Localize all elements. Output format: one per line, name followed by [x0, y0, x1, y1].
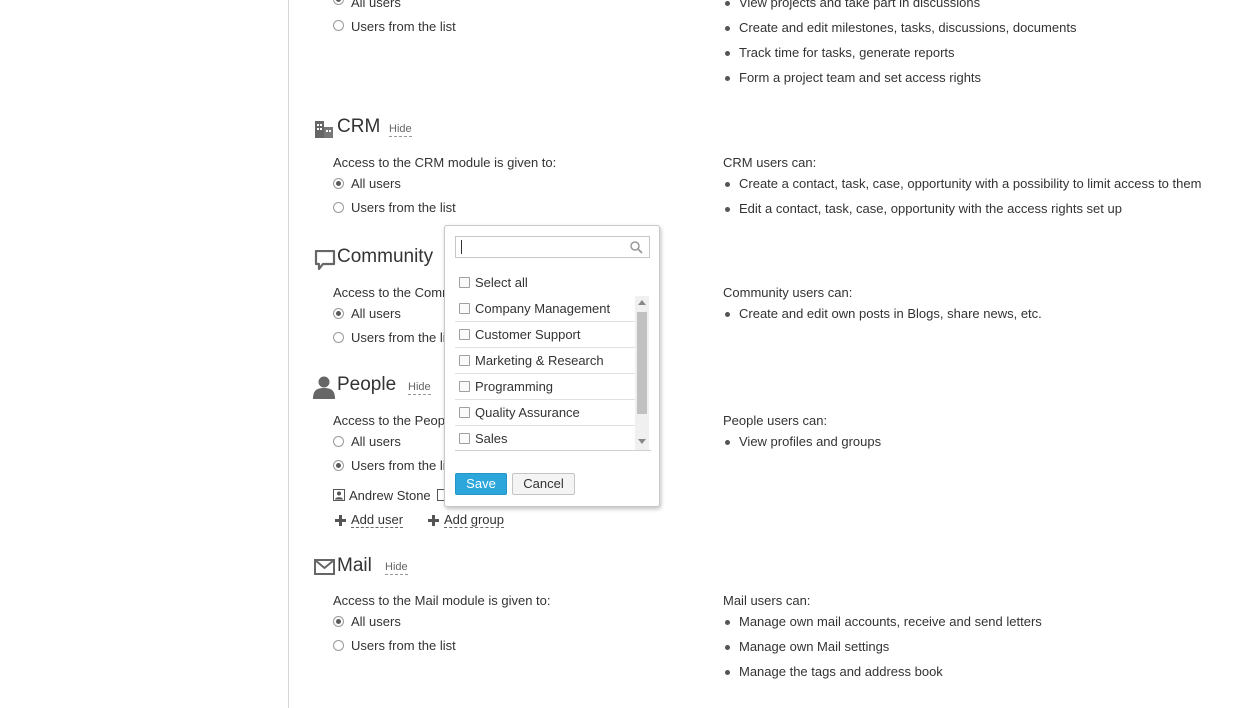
mail-access-label: Access to the Mail module is given to: [333, 593, 551, 608]
mail-radio-list[interactable] [333, 640, 344, 651]
sidebar-divider [288, 0, 289, 708]
people-radio-list-label: Users from the li [351, 458, 446, 473]
community-access-label: Access to the Comm [333, 285, 453, 300]
crm-access-label: Access to the CRM module is given to: [333, 155, 557, 170]
crm-radio-list[interactable] [333, 202, 344, 213]
group-search-box[interactable] [455, 236, 650, 258]
search-icon[interactable] [630, 241, 643, 254]
add-user-plus-icon [335, 515, 346, 526]
group-list-item[interactable]: Sales [455, 426, 635, 450]
mail-bullet-1: Manage own mail accounts, receive and se… [725, 614, 1042, 629]
projects-radio-all-label: All users [351, 0, 401, 10]
add-user-link[interactable]: Add user [351, 512, 404, 528]
group-list-item[interactable]: Marketing & Research [455, 348, 635, 374]
people-radio-list[interactable] [333, 460, 344, 471]
scrollbar-thumb[interactable] [637, 312, 647, 414]
community-radio-list-label: Users from the li [351, 330, 446, 345]
projects-radio-all[interactable] [333, 0, 344, 5]
people-title: People [337, 374, 397, 395]
crm-can-title: CRM users can: [723, 155, 817, 170]
selected-user-name: Andrew Stone [349, 488, 431, 503]
community-radio-all-label: All users [351, 306, 401, 321]
scroll-down-arrow-icon[interactable] [638, 439, 646, 444]
community-title: Community [337, 246, 434, 267]
group-label: Company Management [475, 301, 611, 316]
select-all-checkbox[interactable] [459, 277, 470, 288]
group-list-item[interactable]: Quality Assurance [455, 400, 635, 426]
people-access-label: Access to the People [333, 413, 456, 428]
community-speech-bubble-icon [314, 250, 336, 270]
projects-bullet-3: Track time for tasks, generate reports [725, 45, 955, 60]
crm-title: CRM [337, 116, 381, 137]
projects-bullet-4: Form a project team and set access right… [724, 70, 982, 85]
crm-radio-list-label: Users from the list [351, 200, 456, 215]
group-label: Programming [475, 379, 554, 394]
group-checkbox[interactable] [459, 303, 470, 314]
cancel-button[interactable]: Cancel [512, 473, 575, 495]
mail-radio-all[interactable] [333, 616, 344, 627]
people-radio-all[interactable] [333, 436, 344, 447]
scroll-up-arrow-icon[interactable] [638, 300, 646, 305]
user-card-icon [333, 489, 345, 501]
crm-bullet-2: Edit a contact, task, case, opportunity … [725, 201, 1122, 216]
group-label: Marketing & Research [475, 353, 604, 368]
community-radio-list[interactable] [333, 332, 344, 343]
projects-bullet-1: View projects and take part in discussio… [724, 0, 980, 10]
crm-building-icon [315, 121, 333, 138]
community-can-title: Community users can: [723, 285, 853, 300]
people-can-title: People users can: [723, 413, 828, 428]
group-checkbox[interactable] [459, 329, 470, 340]
crm-radio-all-label: All users [351, 176, 401, 191]
group-checkbox[interactable] [459, 381, 470, 392]
group-label: Quality Assurance [475, 405, 580, 420]
group-list-item[interactable]: Programming [455, 374, 635, 400]
people-hide-link[interactable]: Hide [408, 381, 431, 395]
people-radio-all-label: All users [351, 434, 401, 449]
text-caret [461, 240, 462, 254]
mail-title: Mail [337, 555, 372, 576]
mail-bullet-2: Manage own Mail settings [724, 639, 890, 654]
group-list: Company Management Customer Support Mark… [455, 296, 651, 451]
group-list-scrollbar[interactable] [635, 296, 649, 450]
select-all-label: Select all [475, 275, 528, 290]
mail-envelope-icon [314, 559, 335, 575]
group-list-item[interactable]: Customer Support [455, 322, 635, 348]
group-checkbox[interactable] [459, 433, 470, 444]
projects-bullet-2: Create and edit milestones, tasks, discu… [724, 20, 1077, 35]
community-bullet-1: Create and edit own posts in Blogs, shar… [725, 306, 1042, 321]
group-label: Customer Support [475, 327, 581, 342]
group-checkbox[interactable] [459, 407, 470, 418]
save-button[interactable]: Save [455, 473, 507, 495]
add-group-plus-icon [428, 515, 439, 526]
crm-radio-all[interactable] [333, 178, 344, 189]
projects-radio-list-label: Users from the list [351, 19, 456, 34]
community-radio-all[interactable] [333, 308, 344, 319]
group-checkbox[interactable] [459, 355, 470, 366]
people-bullet-1: View profiles and groups [724, 434, 882, 449]
projects-radio-list[interactable] [333, 20, 344, 31]
crm-hide-link[interactable]: Hide [389, 123, 412, 137]
group-search-input[interactable] [460, 238, 625, 256]
mail-radio-list-label: Users from the list [351, 638, 456, 653]
add-group-link[interactable]: Add group [444, 512, 504, 528]
people-person-icon [313, 376, 335, 399]
mail-can-title: Mail users can: [723, 593, 811, 608]
group-label: Sales [475, 431, 508, 446]
crm-bullet-1: Create a contact, task, case, opportunit… [724, 176, 1202, 191]
group-selector-popup: Select all Company Management Customer S… [444, 225, 660, 507]
mail-radio-all-label: All users [351, 614, 401, 629]
mail-hide-link[interactable]: Hide [385, 561, 408, 575]
mail-bullet-3: Manage the tags and address book [725, 664, 943, 679]
group-list-item[interactable]: Company Management [455, 296, 635, 322]
